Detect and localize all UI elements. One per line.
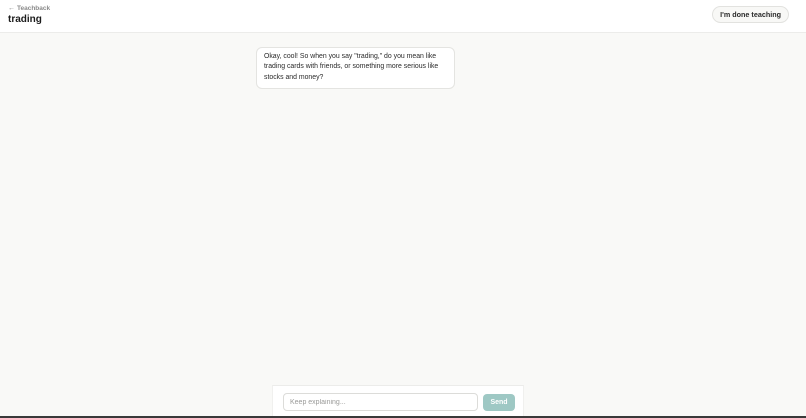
message-input[interactable] xyxy=(283,393,478,411)
back-arrow-icon: ← xyxy=(8,5,15,12)
composer: Send xyxy=(272,385,524,418)
done-teaching-button[interactable]: I'm done teaching xyxy=(712,6,789,23)
header-bar: ← Teachback trading I'm done teaching xyxy=(0,0,806,33)
back-link-label: Teachback xyxy=(17,5,51,12)
send-button[interactable]: Send xyxy=(483,394,515,411)
back-link[interactable]: ← Teachback xyxy=(8,5,50,12)
assistant-message: Okay, cool! So when you say "trading," d… xyxy=(256,47,455,89)
page-title: trading xyxy=(8,14,42,25)
message-text: Okay, cool! So when you say "trading," d… xyxy=(264,53,439,81)
